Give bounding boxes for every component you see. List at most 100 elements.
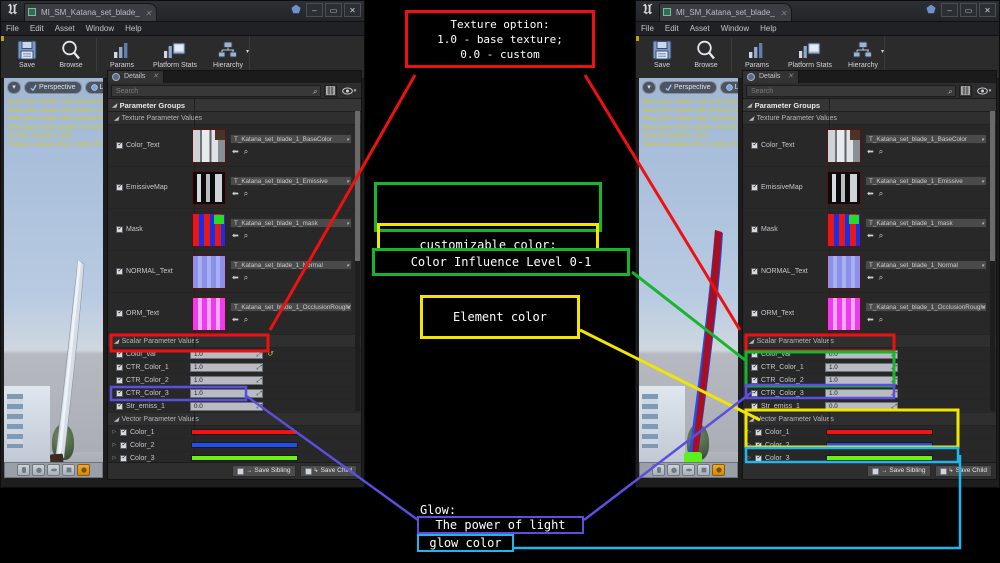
texture-thumbnail[interactable] (192, 171, 226, 205)
texture-thumbnail[interactable] (192, 255, 226, 289)
save-child-button[interactable]: ↳ Save Child (300, 465, 357, 477)
pin-icon[interactable]: ⬟ (290, 4, 302, 17)
use-selected-asset-icon[interactable]: ⬅ (232, 315, 239, 325)
viewport-options-button[interactable]: ▾ (7, 81, 21, 94)
drag-handle-icon[interactable]: ⤢ (891, 403, 896, 411)
color-swatch[interactable] (191, 455, 298, 461)
checkbox[interactable] (751, 403, 758, 410)
checkbox[interactable] (116, 403, 123, 410)
browse-to-asset-icon[interactable]: ⌕ (244, 189, 248, 199)
expand-arrow-icon[interactable]: ▷ (108, 455, 119, 461)
texture-thumbnail[interactable] (192, 129, 226, 163)
minimize-button[interactable]: – (306, 3, 323, 17)
checkbox[interactable] (116, 310, 123, 317)
close-icon[interactable]: ✕ (788, 71, 794, 83)
numeric-input[interactable]: 0.0⤢ (825, 402, 898, 411)
close-icon[interactable]: ✕ (145, 5, 152, 21)
menu-edit[interactable]: Edit (665, 24, 679, 33)
eye-icon[interactable]: ▾ (975, 85, 993, 97)
table-row[interactable]: EmissiveMap T_Katana_set_blade_1_Emissiv… (108, 167, 361, 209)
table-row[interactable]: NORMAL_Text T_Katana_set_blade_1_Normal▾… (743, 251, 996, 293)
texture-thumbnail[interactable] (827, 213, 861, 247)
maximize-button[interactable]: ▭ (325, 3, 342, 17)
color-swatch[interactable] (826, 455, 933, 461)
checkbox[interactable] (755, 429, 762, 436)
numeric-input[interactable]: 0.0⤢ (825, 350, 898, 359)
browse-to-asset-icon[interactable]: ⌕ (879, 147, 883, 157)
asset-combobox[interactable]: T_Katana_set_blade_1_Emissive▾ (865, 176, 987, 186)
browse-to-asset-icon[interactable]: ⌕ (879, 315, 883, 325)
browse-button[interactable]: Browse (49, 36, 93, 76)
table-row[interactable]: ORM_Text T_Katana_set_blade_1_OcclusionR… (743, 293, 996, 335)
sphere-icon[interactable] (667, 464, 680, 476)
color-swatch[interactable] (826, 429, 933, 435)
checkbox[interactable] (116, 268, 123, 275)
preview-mesh-icon[interactable] (77, 464, 90, 476)
cylinder-icon[interactable] (652, 464, 665, 476)
parameter-groups-header[interactable]: ◢ Parameter Groups (108, 99, 361, 112)
perspective-button[interactable]: Perspective (24, 81, 82, 94)
plane-icon[interactable] (47, 464, 60, 476)
editor-tab-left[interactable]: MI_SM_Katana_set_blade_ ✕ (24, 3, 157, 21)
numeric-input[interactable]: 1.0⤢ (825, 376, 898, 385)
table-row[interactable]: EmissiveMap T_Katana_set_blade_1_Emissiv… (743, 167, 996, 209)
expand-arrow-icon[interactable]: ▷ (743, 455, 754, 461)
save-sibling-button[interactable]: → Save Sibling (867, 465, 930, 477)
texture-thumbnail[interactable] (827, 129, 861, 163)
browse-to-asset-icon[interactable]: ⌕ (244, 273, 248, 283)
table-row[interactable]: CTR_Color_1 1.0⤢ (108, 361, 361, 374)
numeric-input[interactable]: 1.0⤢ (190, 376, 263, 385)
checkbox[interactable] (751, 351, 758, 358)
chevron-down-icon[interactable]: ▾ (981, 304, 984, 312)
menu-asset[interactable]: Asset (55, 24, 75, 33)
sphere-icon[interactable] (32, 464, 45, 476)
tab-details[interactable]: Details ✕ (743, 71, 799, 83)
use-selected-asset-icon[interactable]: ⬅ (232, 147, 239, 157)
chevron-down-icon[interactable]: ▾ (346, 136, 349, 144)
texture-thumbnail[interactable] (827, 171, 861, 205)
table-row[interactable]: CTR_Color_3 1.0⤢ (743, 387, 996, 400)
color-swatch[interactable] (191, 429, 298, 435)
drag-handle-icon[interactable]: ⤢ (256, 403, 261, 411)
use-selected-asset-icon[interactable]: ⬅ (867, 315, 874, 325)
checkbox[interactable] (120, 455, 127, 462)
browse-to-asset-icon[interactable]: ⌕ (244, 231, 248, 241)
browse-button[interactable]: Browse (684, 36, 728, 76)
minimize-button[interactable]: – (941, 3, 958, 17)
menu-help[interactable]: Help (760, 24, 776, 33)
close-button[interactable]: ✕ (344, 3, 361, 17)
cube-icon[interactable] (697, 464, 710, 476)
use-selected-asset-icon[interactable]: ⬅ (232, 273, 239, 283)
viewport-options-button[interactable]: ▾ (642, 81, 656, 94)
browse-to-asset-icon[interactable]: ⌕ (879, 231, 883, 241)
asset-combobox[interactable]: T_Katana_set_blade_1_BaseColor ▾ (230, 134, 352, 144)
drag-handle-icon[interactable]: ⤢ (256, 390, 261, 398)
menu-file[interactable]: File (6, 24, 19, 33)
checkbox[interactable] (755, 442, 762, 449)
chevron-down-icon[interactable]: ▾ (981, 136, 984, 144)
checkbox[interactable] (120, 442, 127, 449)
columns-icon[interactable] (959, 85, 972, 97)
drag-handle-icon[interactable]: ⤢ (891, 351, 896, 359)
preview-mesh-icon[interactable] (712, 464, 725, 476)
save-button[interactable]: Save (5, 36, 49, 76)
checkbox[interactable] (751, 184, 758, 191)
table-row[interactable]: NORMAL_Text T_Katana_set_blade_1_Normal … (108, 251, 361, 293)
chevron-down-icon[interactable]: ▾ (346, 178, 349, 186)
table-row[interactable]: CTR_Color_3 1.0⤢ (108, 387, 361, 400)
checkbox[interactable] (116, 184, 123, 191)
checkbox[interactable] (116, 142, 123, 149)
cylinder-icon[interactable] (17, 464, 30, 476)
chevron-down-icon[interactable]: ▾ (346, 262, 349, 270)
numeric-input[interactable]: 1.0⤢ (825, 363, 898, 372)
checkbox[interactable] (120, 429, 127, 436)
use-selected-asset-icon[interactable]: ⬅ (867, 189, 874, 199)
vector-parameter-values-header[interactable]: ◢ Vector Parameter Values (743, 413, 996, 426)
checkbox[interactable] (751, 364, 758, 371)
asset-combobox[interactable]: T_Katana_set_blade_1_Normal ▾ (230, 260, 352, 270)
viewport-left[interactable]: ▾ Perspective Lit Base pass shader: 136 … (4, 78, 103, 478)
numeric-input[interactable]: 1.0⤢ (190, 389, 263, 398)
search-input[interactable]: Search ⌕ (746, 85, 956, 97)
columns-icon[interactable] (324, 85, 337, 97)
texture-thumbnail[interactable] (827, 297, 861, 331)
